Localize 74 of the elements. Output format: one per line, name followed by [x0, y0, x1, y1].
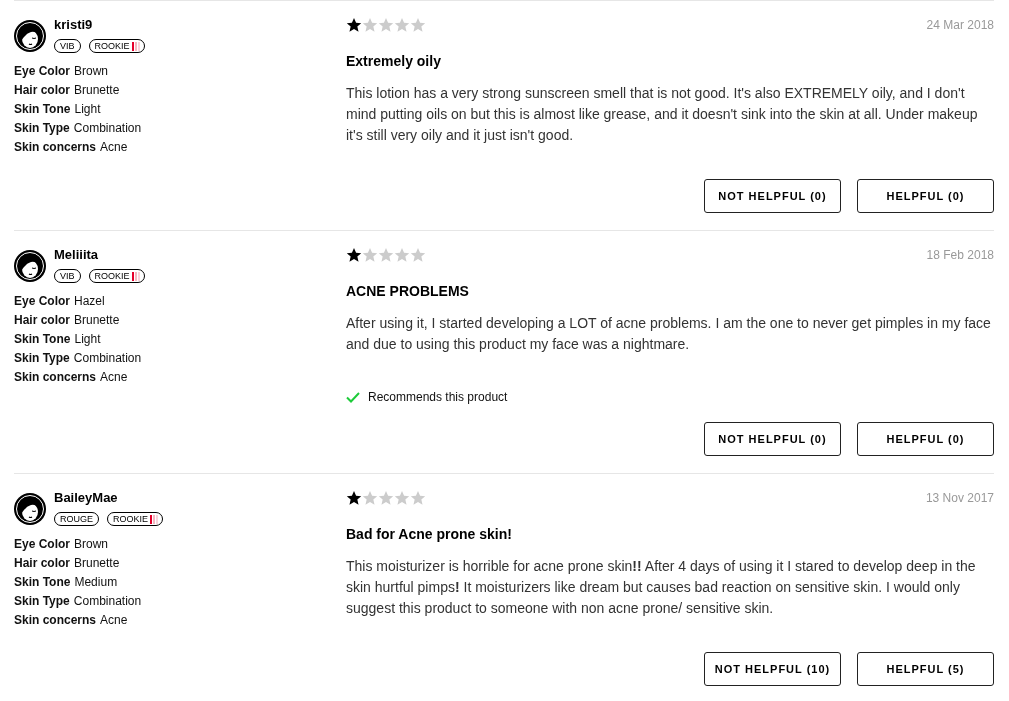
attribute-label: Hair color [14, 555, 70, 572]
attribute-value: Brunette [74, 312, 120, 329]
attribute-label: Skin concerns [14, 139, 97, 156]
attribute-value: Brunette [74, 555, 120, 572]
attribute-label: Skin Tone [14, 101, 71, 118]
star-icon [346, 17, 362, 33]
rank-label: ROOKIE [94, 271, 130, 281]
level-bars-icon [131, 41, 140, 51]
star-icon [410, 247, 426, 263]
star-icon [394, 247, 410, 263]
attribute-label: Skin Tone [14, 574, 71, 591]
review-text: This moisturizer is horrible for acne prone skin!! After 4 days of using it I stared to develop deep in the skin hurtful pimps! It moisturizers like dream but causes bad reaction on sensitive skin. I would only suggest this product to someone with non acne prone/ sensitive skin. [346, 557, 977, 618]
star-icon [378, 490, 394, 506]
attribute-label: Skin concerns [14, 612, 97, 629]
helpful-button[interactable]: HELPFUL (0) [857, 422, 994, 456]
star-icon [378, 247, 394, 263]
not-helpful-button[interactable]: NOT HELPFUL (10) [704, 652, 841, 686]
not-helpful-button[interactable]: NOT HELPFUL (0) [704, 179, 841, 213]
rank-label: ROOKIE [113, 514, 149, 524]
level-bars-icon [150, 514, 159, 524]
attribute-label: Skin Type [14, 350, 70, 367]
attribute-value: Combination [73, 593, 142, 610]
attribute-value: Brunette [74, 82, 120, 99]
star-icon [410, 490, 426, 506]
review-text: After using it, I started developing a LOT of acne problems. I am the one to never get pimples in my face and due to using this product my face was a nightmare. [346, 314, 992, 354]
attribute-value: Acne [100, 612, 128, 629]
attribute-value: Medium [74, 574, 118, 591]
attribute-value: Acne [100, 139, 128, 156]
avatar-icon [14, 20, 46, 52]
attribute-label: Skin concerns [14, 369, 97, 386]
attribute-value: Combination [73, 120, 142, 137]
review-title: Extremely oily [346, 53, 442, 70]
avatar-icon [14, 250, 46, 282]
attribute-value: Light [74, 101, 101, 118]
username[interactable]: kristi9 [54, 17, 145, 33]
review-date: 18 Feb 2018 [926, 247, 994, 264]
star-icon [410, 17, 426, 33]
helpful-button[interactable]: HELPFUL (5) [857, 652, 994, 686]
not-helpful-button[interactable]: NOT HELPFUL (0) [704, 422, 841, 456]
username[interactable]: BaileyMae [54, 490, 164, 506]
username[interactable]: Meliiita [54, 247, 145, 263]
attribute-value: Combination [73, 350, 142, 367]
star-icon [362, 247, 378, 263]
attribute-value: Hazel [74, 293, 105, 310]
review-date: 24 Mar 2018 [926, 17, 994, 34]
review-title: Bad for Acne prone skin! [346, 526, 513, 543]
attribute-label: Eye Color [14, 293, 70, 310]
rank-label: ROOKIE [94, 41, 130, 51]
attribute-label: Hair color [14, 312, 70, 329]
star-icon [362, 17, 378, 33]
attribute-label: Eye Color [14, 63, 70, 80]
recommendation-text: Recommends this product [368, 389, 508, 406]
star-icon [378, 17, 394, 33]
star-icon [346, 247, 362, 263]
review-date: 13 Nov 2017 [925, 490, 994, 507]
level-bars-icon [131, 271, 140, 281]
attribute-value: Acne [100, 369, 128, 386]
attribute-label: Skin Type [14, 120, 70, 137]
attribute-value: Brown [74, 536, 109, 553]
avatar-icon [14, 493, 46, 525]
attribute-value: Light [74, 331, 101, 348]
check-icon [346, 391, 360, 403]
star-icon [394, 17, 410, 33]
attribute-label: Hair color [14, 82, 70, 99]
attribute-value: Brown [74, 63, 109, 80]
review-text: This lotion has a very strong sunscreen smell that is not good. It's also EXTREMELY oily, and I don't mind putting oils on but this is almost like grease, and it doesn't sink into the skin at all. Under makeup it's still very oily and it just isn't good. [346, 84, 979, 145]
star-icon [362, 490, 378, 506]
review-title: ACNE PROBLEMS [346, 283, 470, 300]
attribute-label: Eye Color [14, 536, 70, 553]
attribute-label: Skin Tone [14, 331, 71, 348]
star-icon [394, 490, 410, 506]
star-icon [346, 490, 362, 506]
helpful-button[interactable]: HELPFUL (0) [857, 179, 994, 213]
attribute-label: Skin Type [14, 593, 70, 610]
